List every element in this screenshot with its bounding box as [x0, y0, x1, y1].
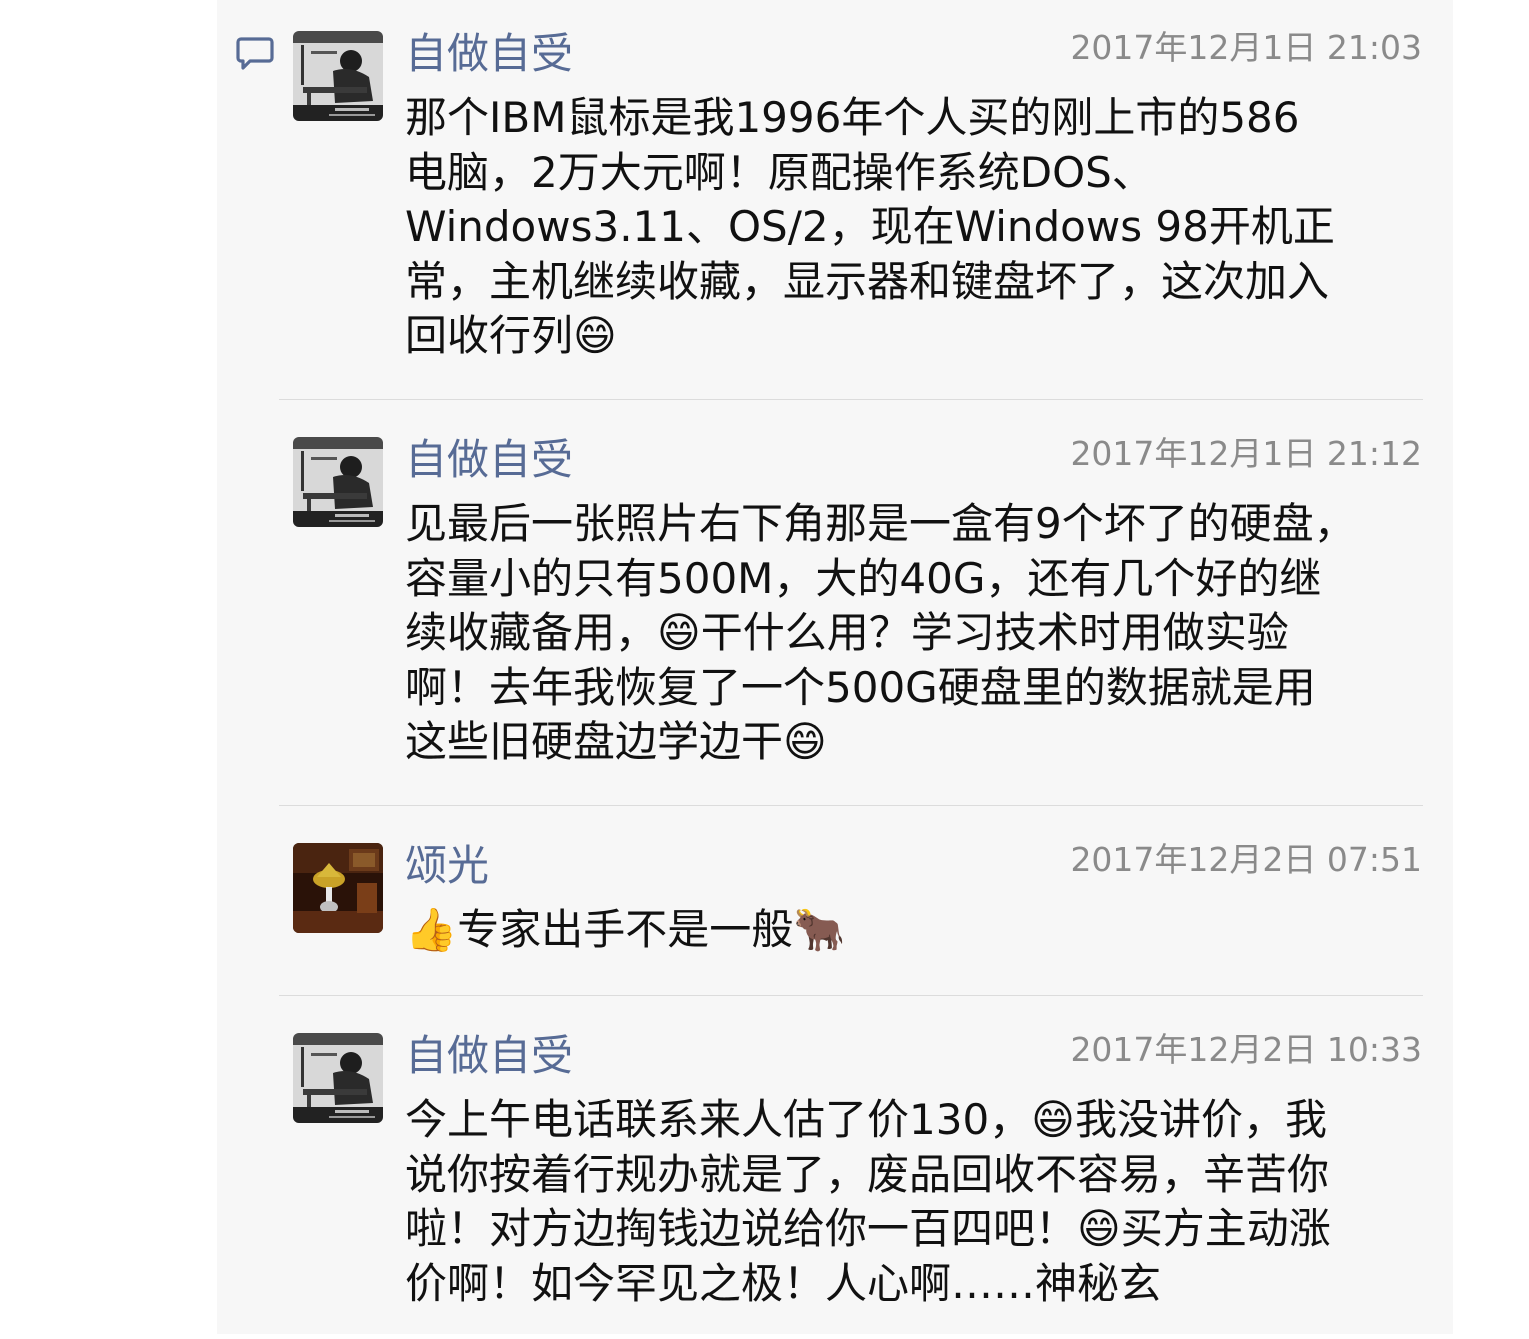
comment-author[interactable]: 颂光 — [405, 840, 489, 892]
divider — [279, 995, 1423, 996]
avatar[interactable] — [293, 1033, 383, 1123]
comment-text: 那个IBM鼠标是我1996年个人买的刚上市的586 电脑，2万大元啊！原配操作系… — [405, 93, 1335, 360]
divider — [279, 805, 1423, 806]
comment-text: 今上午电话联系来人估了价130，😄我没讲价，我 说你按着行规办就是了，废品回收不… — [405, 1095, 1331, 1308]
comment-timestamp: 2017年12月2日 10:33 — [1070, 1030, 1422, 1069]
comment-text: 👍专家出手不是一般🐂 — [405, 905, 846, 954]
comment-icon — [236, 37, 274, 70]
divider — [279, 399, 1423, 400]
avatar[interactable] — [293, 843, 383, 933]
avatar[interactable] — [293, 31, 383, 121]
avatar[interactable] — [293, 437, 383, 527]
comment-author[interactable]: 自做自受 — [405, 28, 573, 80]
comments-panel: 自做自受 2017年12月1日 21:03 那个IBM鼠标是我1996年个人买的… — [217, 0, 1453, 1334]
comment-timestamp: 2017年12月1日 21:03 — [1070, 28, 1422, 67]
comment-text: 见最后一张照片右下角那是一盒有9个坏了的硬盘， 容量小的只有500M，大的40G… — [405, 499, 1356, 766]
comment-author[interactable]: 自做自受 — [405, 434, 573, 486]
comment-author[interactable]: 自做自受 — [405, 1030, 573, 1082]
comment-timestamp: 2017年12月1日 21:12 — [1070, 434, 1422, 473]
comment-timestamp: 2017年12月2日 07:51 — [1070, 840, 1422, 879]
